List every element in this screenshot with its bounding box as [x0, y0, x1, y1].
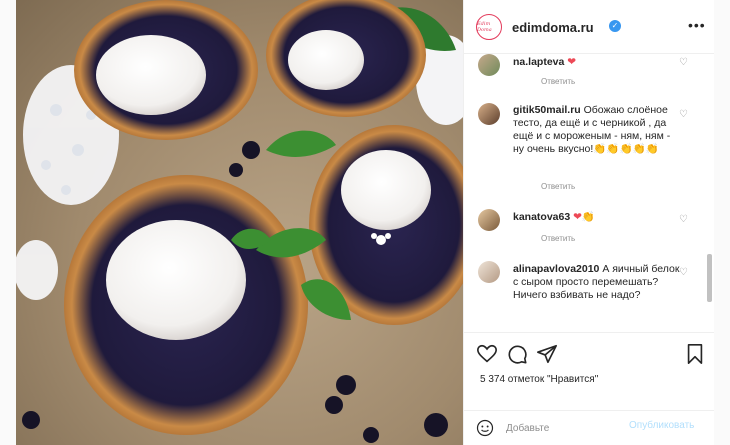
comment-avatar[interactable]: [478, 103, 500, 125]
comment-emoji: 👏👏👏👏👏: [593, 143, 659, 155]
emoji-icon[interactable]: [476, 419, 494, 437]
reply-link[interactable]: Ответить: [541, 77, 575, 86]
post-comment-button[interactable]: Опубликовать: [629, 420, 694, 431]
comment-input[interactable]: [506, 419, 626, 437]
comment-text: alinapavlova2010 А яичный белок с сыром …: [513, 263, 681, 302]
comment-like-heart-icon[interactable]: ♡: [679, 267, 688, 278]
post-side-panel: Edim Doma edimdoma.ru ✓ ••• na.lapteva ❤…: [463, 0, 714, 445]
comment-emoji: ❤👏: [573, 211, 595, 223]
reply-link[interactable]: Ответить: [541, 182, 575, 191]
bookmark-icon[interactable]: [684, 343, 706, 365]
comment-text: kanatova63 ❤👏: [513, 211, 681, 224]
comment-username[interactable]: alinapavlova2010: [513, 263, 599, 275]
like-heart-icon[interactable]: [476, 343, 498, 365]
galette-photo-illustration: [16, 0, 463, 443]
comments-scrollbar[interactable]: [707, 54, 712, 332]
comment-like-heart-icon[interactable]: ♡: [679, 214, 688, 225]
author-username[interactable]: edimdoma.ru: [512, 20, 594, 35]
comment-emoji: ❤: [567, 56, 577, 68]
comment-username[interactable]: kanatova63: [513, 211, 570, 223]
comment-avatar[interactable]: [478, 54, 500, 76]
comment-username[interactable]: gitik50mail.ru: [513, 104, 581, 116]
avatar-logo-mark: Edim Doma: [477, 21, 492, 33]
add-comment-bar: Опубликовать: [464, 410, 714, 445]
comment-bubble-icon[interactable]: [506, 343, 528, 365]
post-header: Edim Doma edimdoma.ru ✓ •••: [464, 0, 714, 54]
share-send-icon[interactable]: [536, 343, 558, 365]
comment-text: na.lapteva ❤: [513, 56, 681, 69]
post-photo[interactable]: [16, 0, 463, 445]
post-actions: 5 374 отметок "Нравится": [464, 332, 714, 410]
author-avatar[interactable]: Edim Doma: [476, 14, 502, 40]
likes-count[interactable]: 5 374 отметок "Нравится": [480, 374, 598, 385]
comment-like-heart-icon[interactable]: ♡: [679, 109, 688, 120]
comment-text: gitik50mail.ru Обожаю слоёное тесто, да …: [513, 104, 681, 156]
comments-list: na.lapteva ❤ Ответить ♡ gitik50mail.ru О…: [464, 54, 714, 332]
comment-username[interactable]: na.lapteva: [513, 56, 564, 68]
reply-link[interactable]: Ответить: [541, 234, 575, 243]
comment-like-heart-icon[interactable]: ♡: [679, 57, 688, 68]
comment-avatar[interactable]: [478, 209, 500, 231]
verified-badge-icon: ✓: [609, 20, 621, 32]
ellipsis-icon[interactable]: •••: [688, 17, 706, 33]
comment-avatar[interactable]: [478, 261, 500, 283]
scrollbar-thumb[interactable]: [707, 254, 712, 302]
